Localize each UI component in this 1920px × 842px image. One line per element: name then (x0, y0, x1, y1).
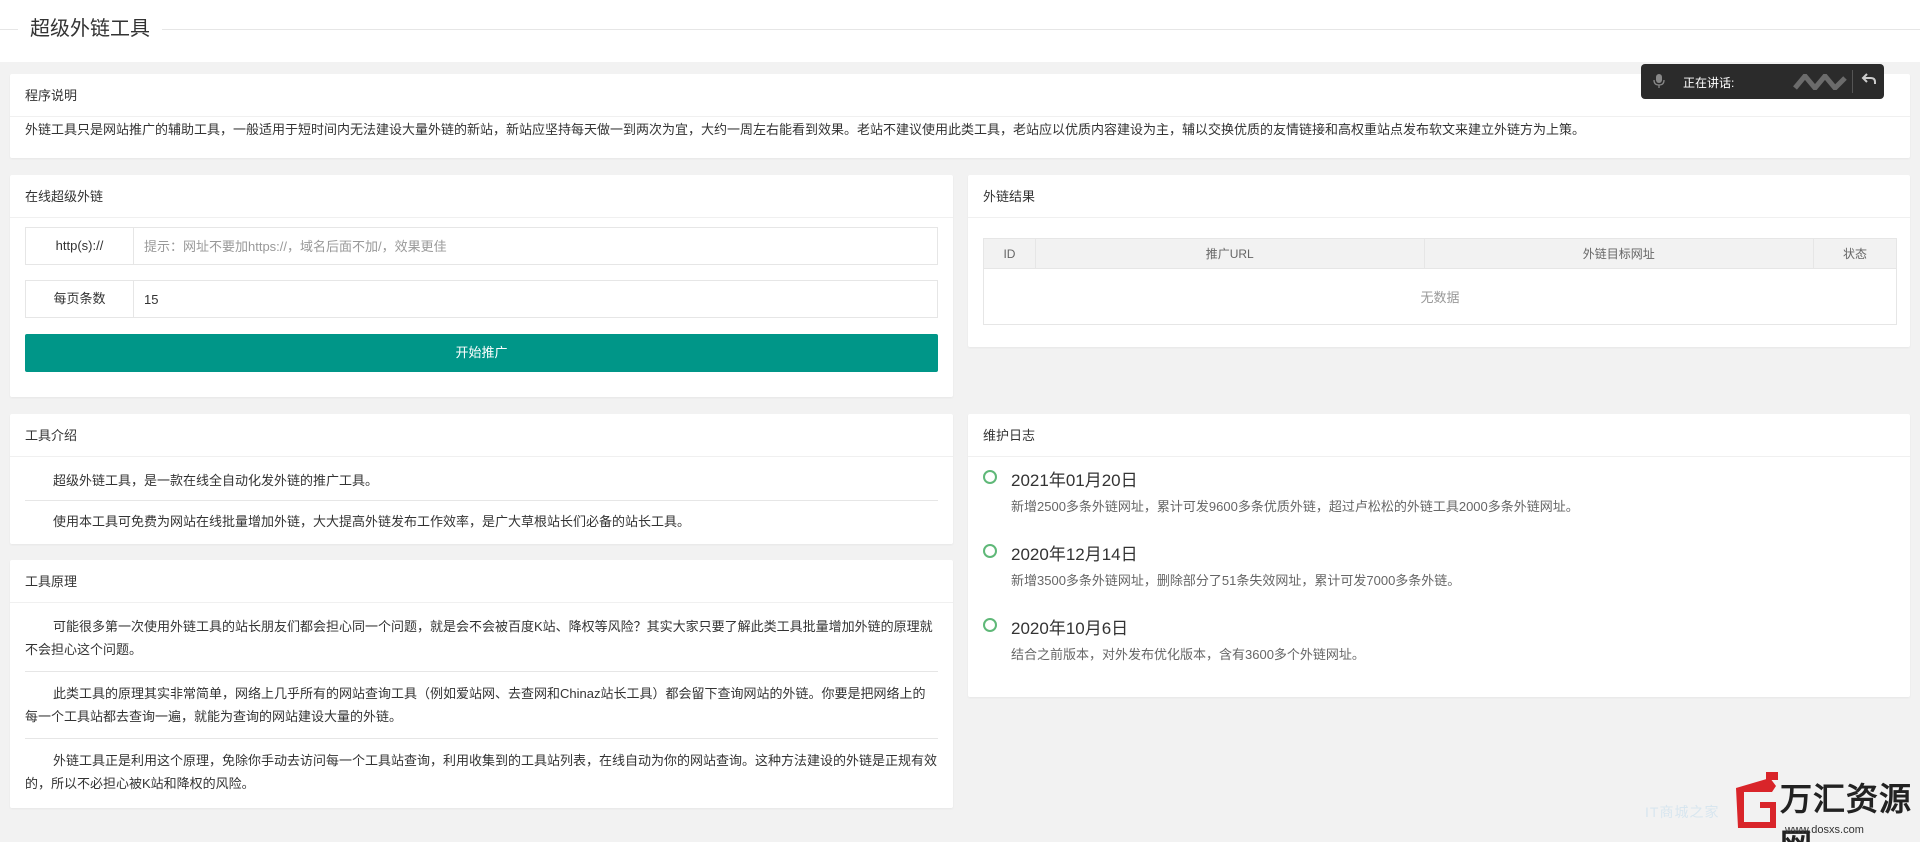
timeline-text: 新增2500多条外链网址，累计可发9600多条优质外链，超过卢松松的外链工具20… (1011, 499, 1579, 514)
speaking-indicator: 正在讲话: (1641, 64, 1884, 99)
url-input[interactable] (134, 228, 937, 264)
timeline-entry: 2021年01月20日 新增2500多条外链网址，累计可发9600多条优质外链，… (983, 466, 1883, 526)
results-card: 外链结果 ID 推广URL 外链目标网址 状态 无数据 (968, 175, 1910, 347)
url-input-row: http(s):// (25, 227, 938, 265)
online-form-card: 在线超级外链 http(s):// 每页条数 开始推广 (10, 175, 953, 397)
col-status[interactable]: 状态 (1813, 238, 1897, 269)
tool-intro-title: 工具介绍 (10, 414, 953, 457)
per-page-input[interactable] (134, 281, 937, 317)
watermark: IT商城之家 万汇资源网 www.dosxs.com (1640, 762, 1920, 842)
program-desc-text: 外链工具只是网站推广的辅助工具，一般适用于短时间内无法建设大量外链的新站，新站应… (25, 122, 1586, 137)
program-desc-card: 程序说明 外链工具只是网站推广的辅助工具，一般适用于短时间内无法建设大量外链的新… (10, 74, 1910, 158)
program-desc-title: 程序说明 (10, 74, 1910, 117)
tool-intro-para-1: 超级外链工具，是一款在线全自动化发外链的推广工具。 (53, 473, 379, 488)
return-icon[interactable] (1859, 72, 1879, 90)
timeline-date: 2020年12月14日 (1011, 545, 1138, 564)
changelog-card: 维护日志 2021年01月20日 新增2500多条外链网址，累计可发9600多条… (968, 414, 1910, 697)
empty-row: 无数据 (983, 268, 1897, 325)
col-promote-url[interactable]: 推广URL (1034, 238, 1425, 269)
page-title: 超级外链工具 (30, 18, 150, 40)
top-bar: 超级外链工具 (0, 0, 1920, 62)
results-table: ID 推广URL 外链目标网址 状态 无数据 (983, 238, 1897, 325)
watermark-ghost-text: IT商城之家 (1645, 804, 1720, 820)
timeline-text: 新增3500多条外链网址，删除部分了51条失效网址，累计可发7000多条外链。 (1011, 573, 1461, 588)
timeline-date: 2021年01月20日 (1011, 471, 1138, 490)
watermark-url: www.dosxs.com (1785, 824, 1864, 836)
tool-principle-para-3: 外链工具正是利用这个原理，免除你手动去访问每一个工具站查询，利用收集到的工具站列… (25, 753, 938, 791)
per-page-label: 每页条数 (26, 281, 134, 317)
timeline-dot-icon (983, 544, 997, 558)
tool-principle-para-1: 可能很多第一次使用外链工具的站长朋友们都会担心同一个问题，就是会不会被百度K站、… (25, 619, 933, 657)
results-title: 外链结果 (968, 175, 1910, 218)
empty-text: 无数据 (983, 268, 1897, 325)
tool-principle-para-2: 此类工具的原理其实非常简单，网络上几乎所有的网站查询工具（例如爱站网、去查网和C… (25, 686, 926, 724)
speaking-separator (1852, 70, 1853, 93)
timeline-entry: 2020年10月6日 结合之前版本，对外发布优化版本，含有3600多个外链网址。 (983, 614, 1883, 674)
timeline-entry: 2020年12月14日 新增3500多条外链网址，删除部分了51条失效网址，累计… (983, 540, 1883, 600)
mic-icon (1651, 73, 1667, 89)
results-header-row: ID 推广URL 外链目标网址 状态 (983, 238, 1897, 269)
timeline-dot-icon (983, 470, 997, 484)
timeline-date: 2020年10月6日 (1011, 619, 1129, 638)
timeline-dot-icon (983, 618, 997, 632)
tool-intro-para-2: 使用本工具可免费为网站在线批量增加外链，大大提高外链发布工作效率，是广大草根站长… (53, 514, 691, 529)
tool-intro-card: 工具介绍 超级外链工具，是一款在线全自动化发外链的推广工具。 使用本工具可免费为… (10, 414, 953, 544)
timeline-text: 结合之前版本，对外发布优化版本，含有3600多个外链网址。 (1011, 647, 1365, 662)
col-id[interactable]: ID (983, 238, 1036, 269)
col-target-url[interactable]: 外链目标网址 (1423, 238, 1815, 269)
brand-logo-icon (1736, 772, 1778, 828)
url-prefix-label: http(s):// (26, 228, 134, 264)
speaking-label: 正在讲话: (1683, 76, 1735, 90)
title-rule-left (0, 29, 18, 30)
per-page-row: 每页条数 (25, 280, 938, 318)
speaker-avatar-blurred (1793, 74, 1847, 90)
tool-principle-card: 工具原理 可能很多第一次使用外链工具的站长朋友们都会担心同一个问题，就是会不会被… (10, 560, 953, 808)
online-form-title: 在线超级外链 (10, 175, 953, 218)
start-promote-button[interactable]: 开始推广 (25, 334, 938, 372)
tool-principle-title: 工具原理 (10, 560, 953, 603)
changelog-title: 维护日志 (968, 414, 1910, 457)
title-rule-right (162, 29, 1920, 30)
